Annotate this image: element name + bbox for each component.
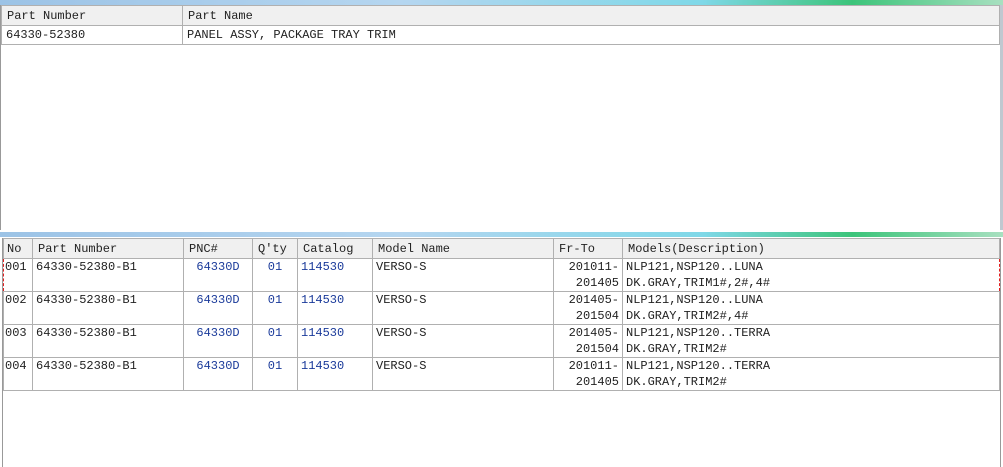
qty-cell: 01 bbox=[252, 357, 298, 391]
qty-cell: 01 bbox=[252, 324, 298, 358]
description-cell: NLP121,NSP120..LUNA DK.GRAY,TRIM1#,2#,4# bbox=[622, 258, 1000, 292]
no-cell: 003 bbox=[3, 324, 33, 358]
no-cell: 002 bbox=[3, 291, 33, 325]
fr-to-cell: 201405- 201504 bbox=[553, 324, 623, 358]
no-cell: 001 bbox=[3, 258, 33, 292]
table-row[interactable]: 64330-52380 PANEL ASSY, PACKAGE TRAY TRI… bbox=[1, 25, 1000, 45]
fr-to-cell: 201011- 201405 bbox=[553, 258, 623, 292]
table-row[interactable]: 001 64330-52380-B1 64330D 01 114530 VERSO-S 20… bbox=[3, 258, 1000, 292]
part-name-cell: PANEL ASSY, PACKAGE TRAY TRIM bbox=[182, 25, 1000, 45]
description-line: NLP121,NSP120..TERRA bbox=[626, 326, 771, 340]
to-date: 201504 bbox=[575, 309, 619, 323]
part-table: Part Number Part Name 64330-52380 PANEL … bbox=[1, 5, 1000, 45]
qty-cell: 01 bbox=[252, 291, 298, 325]
part-number-cell: 64330-52380 bbox=[1, 25, 183, 45]
panel-divider-strip[interactable] bbox=[0, 232, 1003, 237]
description-line: NLP121,NSP120..LUNA bbox=[626, 260, 763, 274]
from-date: 201011- bbox=[568, 260, 619, 274]
pnc-cell: 64330D bbox=[183, 324, 253, 358]
col-models-description[interactable]: Models(Description) bbox=[622, 238, 1000, 259]
to-date: 201504 bbox=[575, 342, 619, 356]
description-line: NLP121,NSP120..TERRA bbox=[626, 359, 771, 373]
col-model-name[interactable]: Model Name bbox=[372, 238, 554, 259]
description-line: DK.GRAY,TRIM2# bbox=[626, 342, 727, 356]
model-name-cell: VERSO-S bbox=[372, 291, 554, 325]
model-name-cell: VERSO-S bbox=[372, 258, 554, 292]
table-row[interactable]: 003 64330-52380-B1 64330D 01 114530 VERSO-S 20… bbox=[3, 324, 1000, 358]
col-no[interactable]: No bbox=[3, 238, 33, 259]
from-date: 201405- bbox=[568, 326, 619, 340]
qty-cell: 01 bbox=[252, 258, 298, 292]
col-pnc[interactable]: PNC# bbox=[183, 238, 253, 259]
fr-to-cell: 201011- 201405 bbox=[553, 357, 623, 391]
from-date: 201405- bbox=[568, 293, 619, 307]
table-header: No Part Number PNC# Q'ty Catalog Model N… bbox=[3, 238, 1000, 259]
pnc-cell: 64330D bbox=[183, 258, 253, 292]
col-qty[interactable]: Q'ty bbox=[252, 238, 298, 259]
table-row[interactable]: 004 64330-52380-B1 64330D 01 114530 VERSO-S 20… bbox=[3, 357, 1000, 391]
catalog-cell: 114530 bbox=[297, 291, 373, 325]
part-number-cell: 64330-52380-B1 bbox=[32, 258, 184, 292]
description-line: DK.GRAY,TRIM2# bbox=[626, 375, 727, 389]
application-panel: No Part Number PNC# Q'ty Catalog Model N… bbox=[2, 238, 1001, 467]
to-date: 201405 bbox=[575, 276, 619, 290]
description-line: NLP121,NSP120..LUNA bbox=[626, 293, 763, 307]
table-row[interactable]: 002 64330-52380-B1 64330D 01 114530 VERSO-S 20… bbox=[3, 291, 1000, 325]
catalog-cell: 114530 bbox=[297, 258, 373, 292]
description-cell: NLP121,NSP120..TERRA DK.GRAY,TRIM2# bbox=[622, 357, 1000, 391]
no-cell: 004 bbox=[3, 357, 33, 391]
to-date: 201405 bbox=[575, 375, 619, 389]
fr-to-cell: 201405- 201504 bbox=[553, 291, 623, 325]
pnc-cell: 64330D bbox=[183, 291, 253, 325]
model-name-cell: VERSO-S bbox=[372, 324, 554, 358]
catalog-cell: 114530 bbox=[297, 357, 373, 391]
description-line: DK.GRAY,TRIM1#,2#,4# bbox=[626, 276, 771, 290]
application-table: No Part Number PNC# Q'ty Catalog Model N… bbox=[3, 238, 1000, 391]
description-cell: NLP121,NSP120..TERRA DK.GRAY,TRIM2# bbox=[622, 324, 1000, 358]
table-header: Part Number Part Name bbox=[1, 5, 1000, 26]
col-part-number[interactable]: Part Number bbox=[1, 5, 183, 26]
part-number-cell: 64330-52380-B1 bbox=[32, 291, 184, 325]
catalog-cell: 114530 bbox=[297, 324, 373, 358]
col-catalog[interactable]: Catalog bbox=[297, 238, 373, 259]
part-number-cell: 64330-52380-B1 bbox=[32, 357, 184, 391]
col-fr-to[interactable]: Fr-To bbox=[553, 238, 623, 259]
part-number-cell: 64330-52380-B1 bbox=[32, 324, 184, 358]
col-part-number[interactable]: Part Number bbox=[32, 238, 184, 259]
description-line: DK.GRAY,TRIM2#,4# bbox=[626, 309, 749, 323]
model-name-cell: VERSO-S bbox=[372, 357, 554, 391]
pnc-cell: 64330D bbox=[183, 357, 253, 391]
description-cell: NLP121,NSP120..LUNA DK.GRAY,TRIM2#,4# bbox=[622, 291, 1000, 325]
part-list-panel: Part Number Part Name 64330-52380 PANEL … bbox=[0, 5, 1002, 230]
from-date: 201011- bbox=[568, 359, 619, 373]
col-part-name[interactable]: Part Name bbox=[182, 5, 1000, 26]
